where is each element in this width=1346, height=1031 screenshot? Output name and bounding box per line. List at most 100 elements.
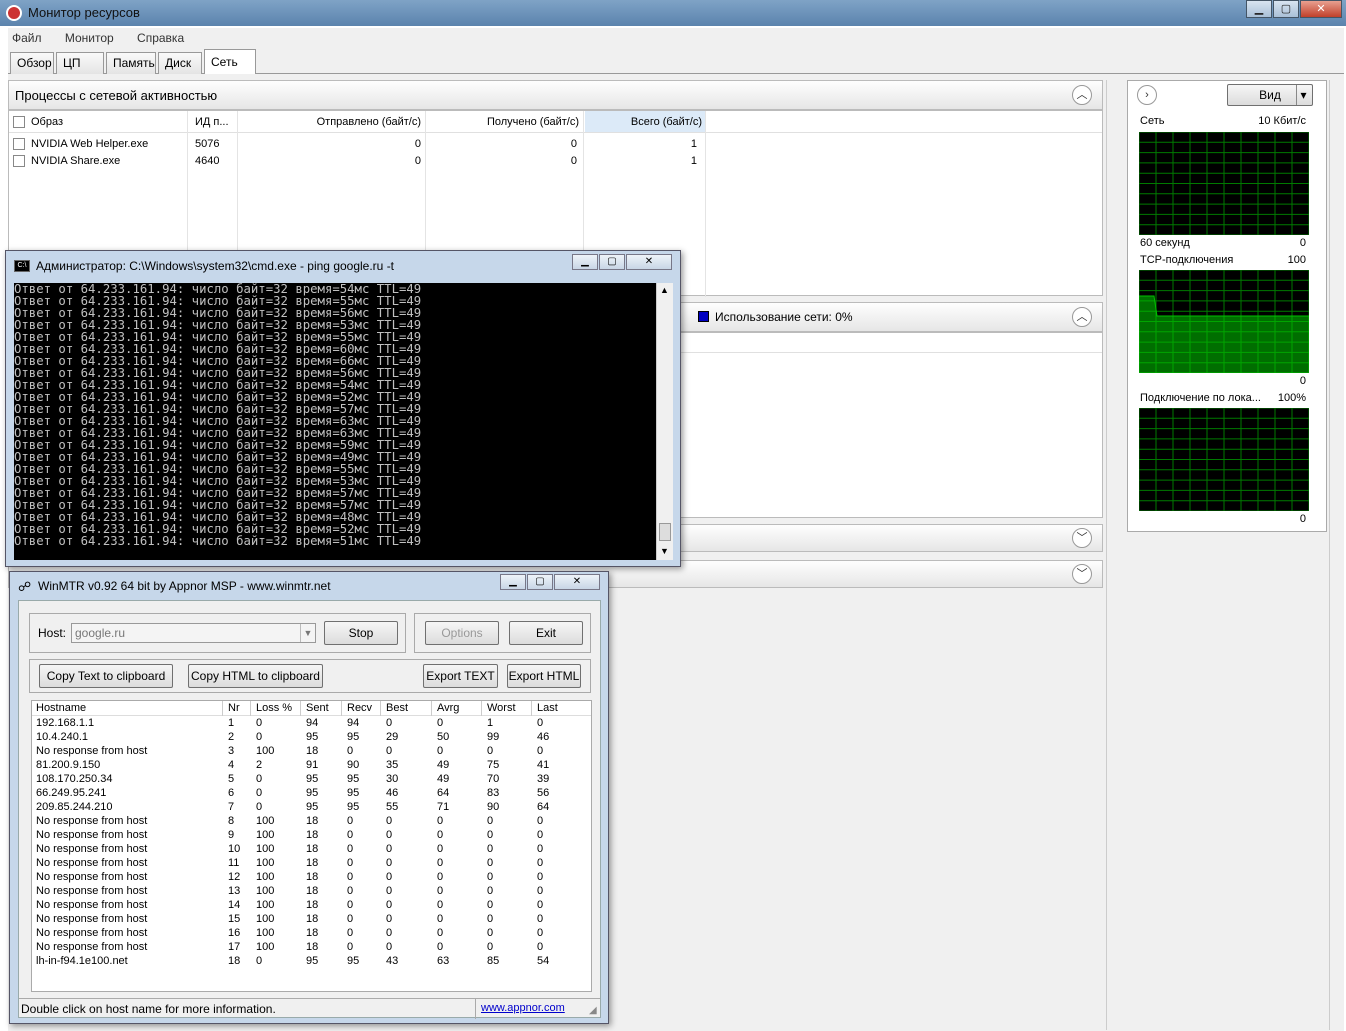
view-label: Вид [1259,88,1281,102]
options-button[interactable]: Options [425,621,499,645]
scroll-up-icon[interactable]: ▲ [660,285,669,295]
col-worst[interactable]: Worst [487,702,516,714]
collapse-up-icon[interactable]: ︿ [1072,307,1092,327]
processes-section-header[interactable]: Процессы с сетевой активностью ︿ [8,80,1103,110]
cmd-output[interactable]: Ответ от 64.233.161.94: число байт=32 вр… [14,283,656,560]
col-recv[interactable]: Recv [347,702,372,714]
table-row[interactable]: No response from host 16 100 18 0 0 0 0 0 [32,926,591,940]
col-hostname[interactable]: Hostname [36,702,86,714]
menu-monitor[interactable]: Монитор [61,28,114,48]
tab-overview[interactable]: Обзор [10,52,54,74]
col-total[interactable]: Всего (байт/с) [585,111,706,132]
value-cell: 0 [347,829,354,841]
col-sent[interactable]: Отправлено (байт/с) [239,116,421,128]
host-combobox[interactable]: google.ru ▼ [71,623,316,643]
col-last[interactable]: Last [537,702,558,714]
stop-button[interactable]: Stop [324,621,398,645]
close-button[interactable]: ✕ [1300,0,1342,18]
maximize-button[interactable]: ▢ [1273,0,1299,18]
appnor-link[interactable]: www.appnor.com [481,1002,565,1014]
table-row[interactable]: 108.170.250.34 5 0 95 95 30 49 70 39 [32,772,591,786]
value-cell: 90 [347,759,360,771]
value-cell: 0 [487,871,494,883]
row-checkbox[interactable] [13,138,25,150]
main-scrollbar[interactable] [1106,80,1120,1030]
col-image[interactable]: Образ [31,116,63,128]
minimize-button[interactable]: ▁ [1246,0,1272,18]
value-cell: 95 [306,955,319,967]
tab-network[interactable]: Сеть [204,49,256,75]
maximize-button[interactable]: ▢ [599,254,625,270]
table-row[interactable]: No response from host 3 100 18 0 0 0 0 0 [32,744,591,758]
table-row[interactable]: No response from host 10 100 18 0 0 0 0 0 [32,842,591,856]
col-nr[interactable]: Nr [228,702,240,714]
table-row[interactable]: No response from host 17 100 18 0 0 0 0 0 [32,940,591,954]
copy-text-button[interactable]: Copy Text to clipboard [39,664,173,688]
table-row[interactable]: No response from host 11 100 18 0 0 0 0 0 [32,856,591,870]
col-loss[interactable]: Loss % [256,702,292,714]
table-row[interactable]: No response from host 12 100 18 0 0 0 0 0 [32,870,591,884]
value-cell: 1 [228,717,235,729]
winmtr-window[interactable]: ☍ WinMTR v0.92 64 bit by Appnor MSP - ww… [9,571,609,1024]
value-cell: 0 [437,941,444,953]
col-best[interactable]: Best [386,702,408,714]
right-scrollbar[interactable] [1329,80,1343,1030]
table-row[interactable]: 192.168.1.1 1 0 94 94 0 0 1 0 [32,716,591,730]
table-row[interactable]: lh-in-f94.1e100.net 18 0 95 95 43 63 85 54 [32,954,591,968]
scroll-thumb[interactable] [659,523,671,541]
col-divider [341,701,342,716]
table-row[interactable]: 66.249.95.241 6 0 95 95 46 64 83 56 [32,786,591,800]
table-row[interactable]: No response from host 13 100 18 0 0 0 0 0 [32,884,591,898]
value-cell: 0 [437,815,444,827]
table-row[interactable]: No response from host 8 100 18 0 0 0 0 0 [32,814,591,828]
table-row[interactable]: NVIDIA Share.exe 4640 0 0 1 [9,153,709,170]
view-dropdown[interactable]: Вид ▾ [1227,84,1313,106]
minimize-button[interactable]: ▁ [500,574,526,590]
cmd-scrollbar[interactable]: ▲ ▼ [656,283,673,560]
exit-button[interactable]: Exit [509,621,583,645]
chevron-right-icon[interactable]: › [1137,85,1157,105]
tab-disk[interactable]: Диск [158,52,202,74]
collapse-up-icon[interactable]: ︿ [1072,85,1092,105]
scroll-down-icon[interactable]: ▼ [660,546,669,556]
tab-cpu[interactable]: ЦП [56,52,104,74]
trace-table[interactable]: Hostname Nr Loss % Sent Recv Best Avrg Worst Las… [31,700,592,992]
maximize-button[interactable]: ▢ [527,574,553,590]
expand-down-icon[interactable]: ﹀ [1072,564,1092,584]
value-cell: 0 [487,857,494,869]
value-cell: 64 [537,801,550,813]
resize-grip-icon[interactable]: ◢ [589,1005,597,1016]
copy-html-button[interactable]: Copy HTML to clipboard [188,664,323,688]
table-row[interactable]: No response from host 9 100 18 0 0 0 0 0 [32,828,591,842]
tab-memory[interactable]: Память [106,52,156,74]
col-avrg[interactable]: Avrg [437,702,459,714]
value-cell: 14 [228,899,241,911]
export-text-button[interactable]: Export TEXT [423,664,498,688]
col-pid[interactable]: ИД п... [195,116,229,128]
window-titlebar[interactable]: Монитор ресурсов ▁ ▢ ✕ [0,0,1346,26]
value-cell: 0 [537,843,544,855]
table-row[interactable]: No response from host 14 100 18 0 0 0 0 0 [32,898,591,912]
table-row[interactable]: NVIDIA Web Helper.exe 5076 0 0 1 [9,136,709,153]
table-row[interactable]: No response from host 15 100 18 0 0 0 0 0 [32,912,591,926]
menu-bar: Файл Монитор Справка [8,28,1344,48]
value-cell: 0 [487,913,494,925]
table-row[interactable]: 10.4.240.1 2 0 95 95 29 50 99 46 [32,730,591,744]
col-recv[interactable]: Получено (байт/с) [427,116,579,128]
col-sent[interactable]: Sent [306,702,329,714]
select-all-checkbox[interactable] [13,116,25,128]
cmd-window[interactable]: C:\ Администратор: C:\Windows\system32\c… [5,250,681,567]
table-row[interactable]: 209.85.244.210 7 0 95 95 55 71 90 64 [32,800,591,814]
close-button[interactable]: ✕ [554,574,600,590]
export-html-button[interactable]: Export HTML [507,664,581,688]
chevron-down-icon[interactable]: ▼ [300,624,315,642]
table-row[interactable]: 81.200.9.150 4 2 91 90 35 49 75 41 [32,758,591,772]
cmd-icon: C:\ [14,260,30,272]
close-button[interactable]: ✕ [626,254,672,270]
expand-down-icon[interactable]: ﹀ [1072,528,1092,548]
menu-help[interactable]: Справка [133,28,184,48]
menu-file[interactable]: Файл [8,28,42,48]
minimize-button[interactable]: ▁ [572,254,598,270]
row-checkbox[interactable] [13,155,25,167]
value-cell: 64 [437,787,450,799]
